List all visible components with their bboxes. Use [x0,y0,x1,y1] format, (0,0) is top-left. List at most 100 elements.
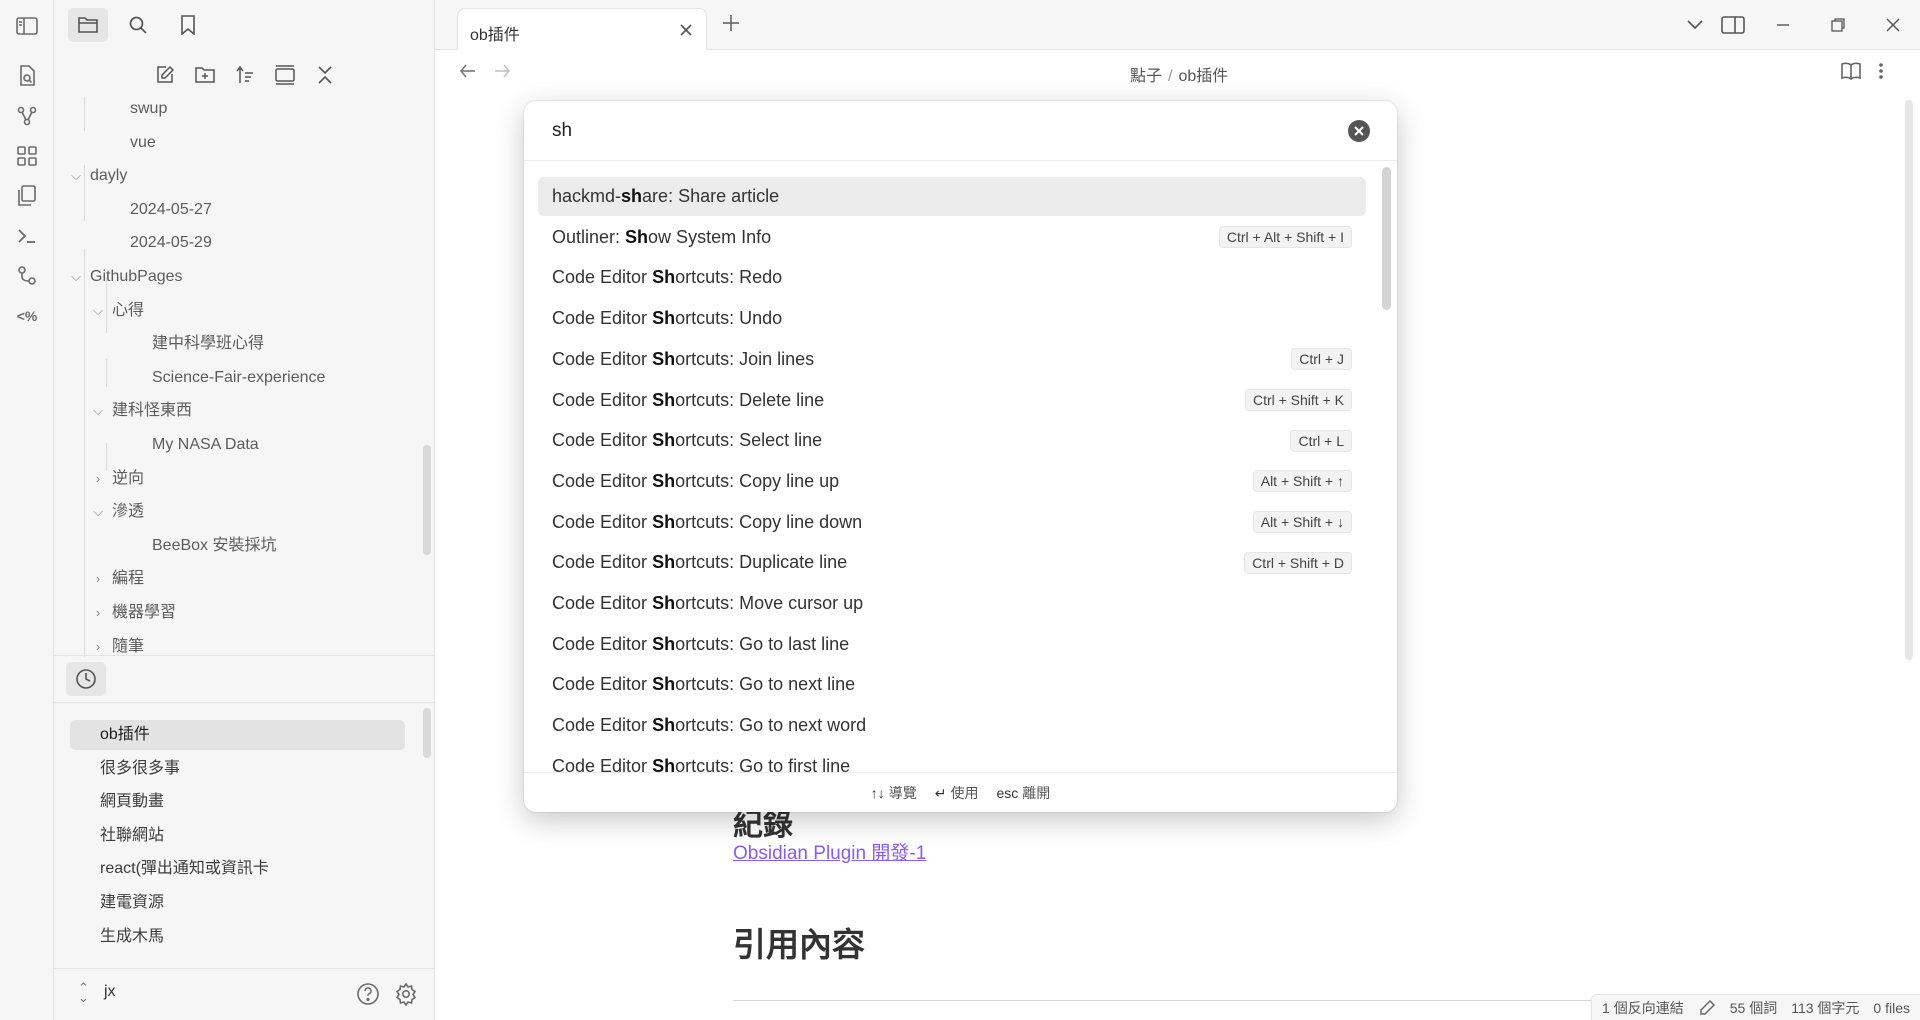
palette-suggestion[interactable]: Code Editor Shortcuts: Copy line up Alt +… [538,462,1366,501]
palette-search-input[interactable] [552,117,1332,145]
templater-icon[interactable]: <% [14,303,40,329]
palette-suggestion[interactable]: Code Editor Shortcuts: Undo [538,299,1366,338]
vault-switcher[interactable]: ⌃ ⌄ jx [54,968,435,1020]
palette-suggestion[interactable]: Outliner: Show System Info Ctrl + Alt + S… [538,218,1366,257]
forward-arrow-icon[interactable] [492,61,516,85]
collapse-all-icon[interactable] [312,62,338,88]
file-tree-scrollbar[interactable] [423,445,431,555]
suggestion-label: Code Editor Shortcuts: Duplicate line [552,552,848,573]
breadcrumb-current[interactable]: ob插件 [1178,68,1228,85]
breadcrumb-parent[interactable]: 點子 [1130,68,1162,85]
recent-file-item[interactable]: 建電資源 [70,888,405,918]
clock-icon[interactable] [66,662,106,696]
tree-item[interactable]: 2024-05-29 [90,229,212,257]
chevron-down-icon: ⌵ [93,403,103,419]
more-options-icon[interactable] [1878,61,1898,85]
right-sidebar-toggle-icon[interactable] [1720,12,1746,38]
backlinks-count[interactable]: 1 個反向連結 [1602,998,1684,1018]
palette-suggestion[interactable]: Code Editor Shortcuts: Go to next word [538,706,1366,745]
settings-gear-icon[interactable] [394,982,420,1008]
file-explorer-actions [152,62,338,88]
tree-item[interactable]: ⌵ 建科怪東西 [90,397,192,425]
match-highlight: Sh [652,308,676,329]
auto-reveal-icon[interactable] [272,62,298,88]
terminal-icon[interactable] [14,223,40,249]
palette-suggestion[interactable]: Code Editor Shortcuts: Copy line down Alt… [538,503,1366,542]
tree-item[interactable]: › 機器學習 [90,599,176,627]
recent-file-item[interactable]: 社聯網站 [70,821,405,851]
recent-file-item[interactable]: ob插件 [70,720,405,750]
tab-list-chevron-icon[interactable] [1682,12,1708,38]
tree-item[interactable]: Science-Fair-experience [112,364,325,392]
sort-icon[interactable] [232,62,258,88]
recent-file-item[interactable]: react(彈出通知或資訊卡 [70,854,405,884]
chevron-updown-icon[interactable]: ⌃ ⌄ [78,981,89,1004]
canvas-icon[interactable] [14,143,40,169]
search-tab[interactable] [118,8,158,42]
graph-view-icon[interactable] [14,103,40,129]
file-search-icon[interactable] [14,63,40,89]
recent-file-item[interactable]: 很多很多事 [70,754,405,784]
chevron-down-icon: ⌵ [93,504,103,520]
palette-suggestion[interactable]: Code Editor Shortcuts: Redo [538,258,1366,297]
bookmarks-tab[interactable] [168,8,208,42]
tree-item[interactable]: ⌵ dayly [68,162,127,190]
tree-item[interactable]: ⌵ GithubPages [68,263,183,291]
new-note-icon[interactable] [152,62,178,88]
match-highlight: sh [621,186,643,206]
vault-name[interactable]: jx [104,983,116,1001]
match-highlight: Sh [652,633,676,654]
tree-item-label: GithubPages [90,268,183,285]
back-arrow-icon[interactable] [458,61,482,85]
sidebar-toggle-icon[interactable] [14,13,40,39]
document-link[interactable]: Obsidian Plugin 開發-1 [733,838,926,865]
tree-item-label: 心得 [112,301,145,319]
reading-view-icon[interactable] [1840,61,1864,85]
templates-icon[interactable] [14,183,40,209]
new-tab-icon[interactable] [720,12,746,38]
git-icon[interactable] [14,263,40,289]
suggestion-label: Code Editor Shortcuts: Go to next word [552,715,867,736]
close-icon[interactable] [676,20,696,40]
recent-files-scrollbar[interactable] [423,708,431,758]
palette-suggestion[interactable]: Code Editor Shortcuts: Go to first line [538,747,1366,772]
command-palette: hackmd-share: Share article Outliner: Sho… [524,101,1397,812]
palette-suggestion[interactable]: Code Editor Shortcuts: Duplicate line Ctr… [538,543,1366,582]
clear-search-icon[interactable] [1347,119,1371,143]
tree-item[interactable]: › 編程 [90,565,144,593]
recent-file-item[interactable]: .... [70,955,405,968]
tree-item[interactable]: swup [90,97,167,123]
new-folder-icon[interactable] [192,62,218,88]
palette-suggestion[interactable]: Code Editor Shortcuts: Join lines Ctrl + … [538,340,1366,379]
tree-item[interactable]: 2024-05-27 [90,196,212,224]
recent-file-item[interactable]: 生成木馬 [70,922,405,952]
recent-file-item[interactable]: 網頁動畫 [70,787,405,817]
close-window-icon[interactable] [1880,12,1906,38]
minimize-icon[interactable] [1770,12,1796,38]
tree-item[interactable]: BeeBox 安裝採坑 [112,532,277,560]
palette-suggestion[interactable]: Code Editor Shortcuts: Select line Ctrl +… [538,421,1366,460]
palette-suggestion[interactable]: hackmd-share: Share article [538,177,1366,216]
tree-item[interactable]: vue [90,129,156,157]
palette-suggestion[interactable]: Code Editor Shortcuts: Move cursor up [538,584,1366,623]
match-highlight: Sh [652,552,676,573]
palette-suggestion[interactable]: Code Editor Shortcuts: Go to last line [538,625,1366,664]
tree-item[interactable]: ⌵ 心得 [90,297,144,325]
char-count: 113 個字元 [1791,999,1860,1016]
tree-item[interactable]: › 隨筆 [90,633,144,657]
pencil-icon[interactable] [1698,999,1716,1017]
file-explorer-tab[interactable] [68,8,108,42]
tree-item[interactable]: 建中科學班心得 [112,330,264,358]
palette-suggestion[interactable]: Code Editor Shortcuts: Delete line Ctrl +… [538,381,1366,420]
tree-item[interactable]: My NASA Data [112,431,259,459]
palette-suggestion[interactable]: Code Editor Shortcuts: Go to next line [538,665,1366,704]
help-icon[interactable] [356,982,382,1008]
tree-item[interactable]: › 逆向 [90,465,144,493]
palette-scrollbar[interactable] [1382,167,1391,310]
suggestion-label: Code Editor Shortcuts: Select line [552,430,823,451]
restore-icon[interactable] [1825,12,1851,38]
editor-scrollbar[interactable] [1905,100,1913,660]
tab-ob-plugin[interactable]: ob插件 [457,8,707,50]
match-highlight: Sh [652,348,676,369]
tree-item[interactable]: ⌵ 滲透 [90,498,144,526]
